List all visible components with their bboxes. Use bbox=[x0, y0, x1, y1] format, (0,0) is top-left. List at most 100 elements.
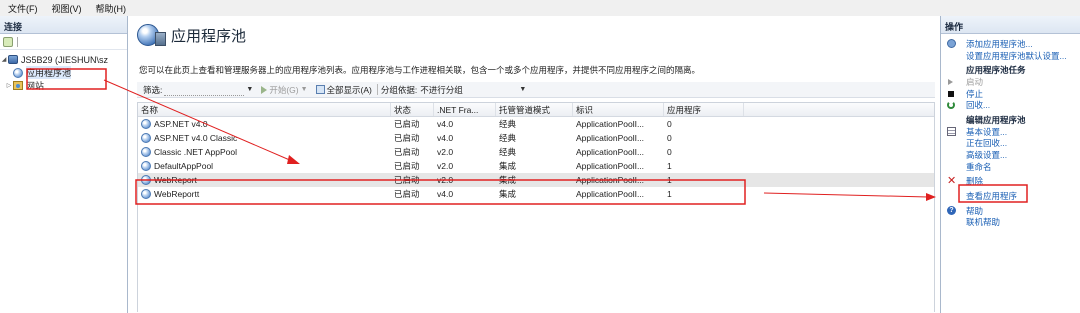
actions-list: 添加应用程序池... 设置应用程序池默认设置... 应用程序池任务 启动 停止 … bbox=[941, 34, 1080, 228]
filter-dropdown-icon[interactable]: ▼ bbox=[246, 86, 253, 93]
action-rename-label: 重命名 bbox=[966, 161, 992, 172]
collapse-triangle-icon[interactable]: ◢ bbox=[0, 56, 8, 63]
action-online-help[interactable]: 联机帮助 bbox=[947, 217, 1074, 229]
row-name: DefaultAppPool bbox=[154, 161, 214, 171]
page-header: 应用程序池 bbox=[137, 24, 246, 46]
tree-item-sites-label: 网站 bbox=[26, 81, 45, 91]
column-header-name[interactable]: 名称 bbox=[138, 103, 391, 116]
action-delete[interactable]: ✕ 删除 bbox=[947, 174, 1074, 188]
section-edit-apppool: 编辑应用程序池 bbox=[947, 114, 1074, 126]
sites-folder-icon bbox=[13, 81, 23, 90]
menu-help[interactable]: 帮助(H) bbox=[96, 2, 127, 15]
filter-input[interactable] bbox=[164, 84, 245, 96]
column-header-state[interactable]: 状态 bbox=[391, 103, 434, 116]
apppool-icon bbox=[141, 161, 151, 171]
row-name: WebReportt bbox=[154, 189, 200, 199]
action-rename[interactable]: 重命名 bbox=[947, 161, 1074, 173]
row-apps: 0 bbox=[667, 133, 672, 143]
help-icon: ? bbox=[947, 206, 956, 216]
expand-triangle-icon[interactable]: ▷ bbox=[5, 82, 13, 89]
column-header-pipeline[interactable]: 托管管道模式 bbox=[496, 103, 573, 116]
row-name: WebReport bbox=[154, 175, 197, 185]
menu-view[interactable]: 视图(V) bbox=[52, 2, 82, 15]
row-net: v2.0 bbox=[437, 161, 454, 171]
table-row[interactable]: Classic .NET AppPool 已启动 v2.0 经典 Applica… bbox=[138, 145, 934, 159]
delete-x-icon: ✕ bbox=[947, 174, 957, 187]
action-basic-settings[interactable]: 基本设置... bbox=[947, 126, 1074, 138]
action-stop[interactable]: 停止 bbox=[947, 88, 1074, 100]
row-state: 已启动 bbox=[394, 189, 420, 199]
row-identity: ApplicationPoolI... bbox=[576, 147, 645, 157]
main-content: 应用程序池 您可以在此页上查看和管理服务器上的应用程序池列表。应用程序池与工作进… bbox=[129, 16, 940, 313]
action-start-label: 启动 bbox=[966, 76, 984, 87]
column-header-identity[interactable]: 标识 bbox=[573, 103, 664, 116]
start-dropdown-icon[interactable]: ▼ bbox=[301, 86, 308, 93]
action-start[interactable]: 启动 bbox=[947, 76, 1074, 88]
row-net: v2.0 bbox=[437, 147, 454, 157]
table-row[interactable]: ASP.NET v4.0 Classic 已启动 v4.0 经典 Applica… bbox=[138, 131, 934, 145]
table-row[interactable]: ASP.NET v4.0 已启动 v4.0 经典 ApplicationPool… bbox=[138, 117, 934, 131]
actions-header: 操作 bbox=[941, 16, 1080, 34]
action-recycle[interactable]: 回收... bbox=[947, 99, 1074, 111]
table-header: 名称 状态 .NET Fra... 托管管道模式 标识 应用程序 bbox=[138, 103, 934, 117]
tree-item-apppools[interactable]: 应用程序池 bbox=[0, 66, 127, 79]
row-identity: ApplicationPoolI... bbox=[576, 119, 645, 129]
action-recycling[interactable]: 正在回收... bbox=[947, 138, 1074, 150]
column-header-apps[interactable]: 应用程序 bbox=[664, 103, 744, 116]
menu-bar: 文件(F) 视图(V) 帮助(H) bbox=[0, 0, 1080, 16]
row-name: ASP.NET v4.0 bbox=[154, 119, 208, 129]
row-mode: 集成 bbox=[499, 161, 517, 171]
row-state: 已启动 bbox=[394, 147, 420, 157]
row-net: v2.0 bbox=[437, 175, 454, 185]
page-description: 您可以在此页上查看和管理服务器上的应用程序池列表。应用程序池与工作进程相关联，包… bbox=[139, 65, 701, 75]
table-row[interactable]: DefaultAppPool 已启动 v2.0 集成 ApplicationPo… bbox=[138, 159, 934, 173]
connect-icon[interactable] bbox=[3, 36, 13, 47]
action-set-defaults[interactable]: 设置应用程序池默认设置... bbox=[947, 50, 1074, 62]
action-advanced-settings[interactable]: 高级设置... bbox=[947, 149, 1074, 161]
add-icon bbox=[947, 39, 956, 49]
recycle-icon bbox=[947, 101, 955, 110]
action-add-apppool[interactable]: 添加应用程序池... bbox=[947, 38, 1074, 50]
table-row-selected[interactable]: WebReport 已启动 v2.0 集成 ApplicationPoolI..… bbox=[138, 173, 934, 187]
row-net: v4.0 bbox=[437, 119, 454, 129]
group-by-dropdown-icon: ▼ bbox=[519, 86, 527, 93]
row-apps: 1 bbox=[667, 175, 672, 185]
action-set-defaults-label: 设置应用程序池默认设置... bbox=[966, 50, 1067, 61]
server-icon bbox=[8, 55, 18, 64]
apppool-icon bbox=[141, 147, 151, 157]
action-help[interactable]: ? 帮助 bbox=[947, 205, 1074, 217]
filter-separator bbox=[376, 84, 378, 95]
action-view-apps[interactable]: 查看应用程序 bbox=[947, 190, 1074, 202]
row-identity: ApplicationPoolI... bbox=[576, 175, 645, 185]
action-help-label: 帮助 bbox=[966, 205, 984, 216]
apppool-icon bbox=[141, 119, 151, 129]
group-by-label: 分组依据: bbox=[380, 84, 418, 95]
show-all-icon bbox=[315, 85, 325, 94]
action-view-apps-label: 查看应用程序 bbox=[966, 191, 1018, 202]
column-header-net[interactable]: .NET Fra... bbox=[434, 103, 496, 116]
action-stop-label: 停止 bbox=[966, 88, 984, 99]
row-mode: 经典 bbox=[499, 147, 517, 157]
row-name: ASP.NET v4.0 Classic bbox=[154, 133, 238, 143]
apppool-table: 名称 状态 .NET Fra... 托管管道模式 标识 应用程序 ASP.NET… bbox=[137, 102, 935, 312]
group-by-select[interactable]: 不进行分组 ▼ bbox=[420, 84, 532, 96]
tree-item-sites[interactable]: ▷ 网站 bbox=[0, 79, 127, 92]
row-state: 已启动 bbox=[394, 161, 420, 171]
section-edit-apppool-label: 编辑应用程序池 bbox=[966, 114, 1026, 125]
tree-item-server-label: JS5B29 (JIESHUN\sz bbox=[21, 54, 109, 65]
action-advanced-settings-label: 高级设置... bbox=[966, 150, 1008, 161]
start-filter-button[interactable]: 开始(G) bbox=[261, 84, 299, 96]
menu-file[interactable]: 文件(F) bbox=[8, 2, 38, 15]
row-net: v4.0 bbox=[437, 133, 454, 143]
apppool-icon bbox=[141, 133, 151, 143]
show-all-button[interactable]: 全部显示(A) bbox=[315, 84, 372, 96]
connections-pane: 连接 ◢ JS5B29 (JIESHUN\sz 应用程序池 ▷ 网站 bbox=[0, 16, 128, 313]
row-state: 已启动 bbox=[394, 175, 420, 185]
row-apps: 1 bbox=[667, 189, 672, 199]
tree-item-server[interactable]: ◢ JS5B29 (JIESHUN\sz bbox=[0, 53, 127, 66]
section-apppool-tasks-label: 应用程序池任务 bbox=[966, 65, 1026, 76]
row-apps: 0 bbox=[667, 119, 672, 129]
tree-item-apppools-label: 应用程序池 bbox=[26, 66, 72, 79]
start-icon bbox=[948, 78, 953, 85]
table-row[interactable]: WebReportt 已启动 v4.0 集成 ApplicationPoolI.… bbox=[138, 187, 934, 201]
